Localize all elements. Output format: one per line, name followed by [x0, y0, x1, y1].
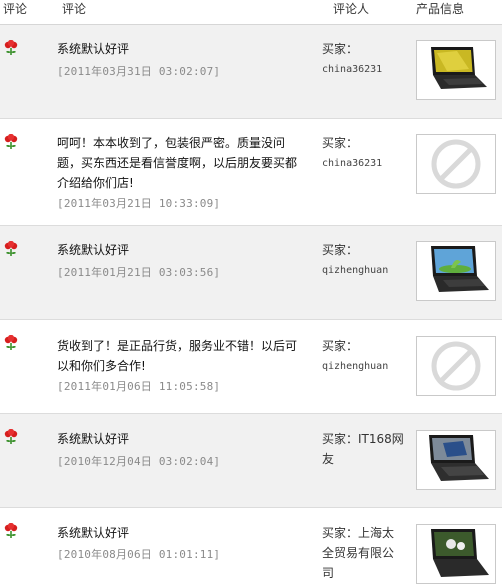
product-thumbnail-laptop[interactable] — [416, 430, 496, 490]
review-date: [2010年08月06日 01:01:11] — [57, 548, 221, 561]
review-date: [2011年03月21日 10:33:09] — [57, 197, 221, 210]
no-image-icon[interactable] — [416, 336, 496, 396]
review-date: [2010年12月04日 03:02:04] — [57, 455, 221, 468]
product-thumbnail-laptop[interactable] — [416, 241, 496, 301]
reviewer-role: 买家： — [322, 42, 359, 56]
review-row: 系统默认好评 [2010年08月06日 01:01:11] 买家：上海太全贸易有… — [0, 508, 502, 588]
reviewer-role: 买家：上海太全贸易有限公司 — [322, 526, 395, 580]
header-comment: 评论 — [62, 2, 87, 16]
review-text: 呵呵！本本收到了，包装很严密。质量没问题，买东西还是看信誉度啊，以后朋友要买都介… — [57, 136, 298, 190]
reviewer-role: 买家：IT168网友 — [322, 432, 404, 466]
reviewer-role: 买家： — [322, 136, 359, 150]
review-text: 系统默认好评 — [57, 243, 130, 257]
reviewer-info: 买家： qizhenghuan — [322, 336, 404, 377]
reviewer-info: 买家： china36231 — [322, 133, 404, 174]
review-row: 系统默认好评 [2011年01月21日 03:03:56] 买家： qizhen… — [0, 226, 502, 320]
review-text: 系统默认好评 — [57, 432, 130, 446]
review-row: 货收到了！是正品行货，服务业不错！以后可以和你们多合作! [2011年01月06… — [0, 320, 502, 414]
header-reviewer: 评论人 — [333, 2, 370, 16]
reviewer-name[interactable]: china36231 — [322, 158, 382, 169]
good-rating-flower-icon — [4, 241, 18, 256]
review-row: 系统默认好评 [2010年12月04日 03:02:04] 买家：IT168网友 — [0, 414, 502, 508]
reviewer-info: 买家： qizhenghuan — [322, 240, 404, 281]
review-date: [2011年01月06日 11:05:58] — [57, 380, 221, 393]
review-row: 呵呵！本本收到了，包装很严密。质量没问题，买东西还是看信誉度啊，以后朋友要买都介… — [0, 119, 502, 226]
table-header: 评论 评论 评论人 产品信息 — [0, 0, 502, 25]
review-date: [2011年03月31日 03:02:07] — [57, 65, 221, 78]
good-rating-flower-icon — [4, 335, 18, 350]
header-rating: 评论 — [3, 2, 28, 16]
no-image-icon[interactable] — [416, 134, 496, 194]
good-rating-flower-icon — [4, 40, 18, 55]
review-text: 货收到了！是正品行货，服务业不错！以后可以和你们多合作! — [57, 339, 298, 373]
reviewer-role: 买家： — [322, 339, 359, 353]
reviewer-info: 买家：上海太全贸易有限公司 — [322, 523, 404, 583]
header-product: 产品信息 — [416, 2, 465, 16]
review-row: 系统默认好评 [2011年03月31日 03:02:07] 买家： china3… — [0, 25, 502, 119]
reviewer-info: 买家： china36231 — [322, 39, 404, 80]
product-thumbnail-laptop[interactable] — [416, 524, 496, 584]
good-rating-flower-icon — [4, 134, 18, 149]
good-rating-flower-icon — [4, 429, 18, 444]
reviewer-info: 买家：IT168网友 — [322, 429, 404, 469]
reviewer-name[interactable]: china36231 — [322, 64, 382, 75]
product-thumbnail-laptop[interactable] — [416, 40, 496, 100]
reviewer-role: 买家： — [322, 243, 359, 257]
review-date: [2011年01月21日 03:03:56] — [57, 266, 221, 279]
review-text: 系统默认好评 — [57, 526, 130, 540]
reviewer-name[interactable]: qizhenghuan — [322, 265, 388, 276]
good-rating-flower-icon — [4, 523, 18, 538]
reviewer-name[interactable]: qizhenghuan — [322, 361, 388, 372]
review-text: 系统默认好评 — [57, 42, 130, 56]
